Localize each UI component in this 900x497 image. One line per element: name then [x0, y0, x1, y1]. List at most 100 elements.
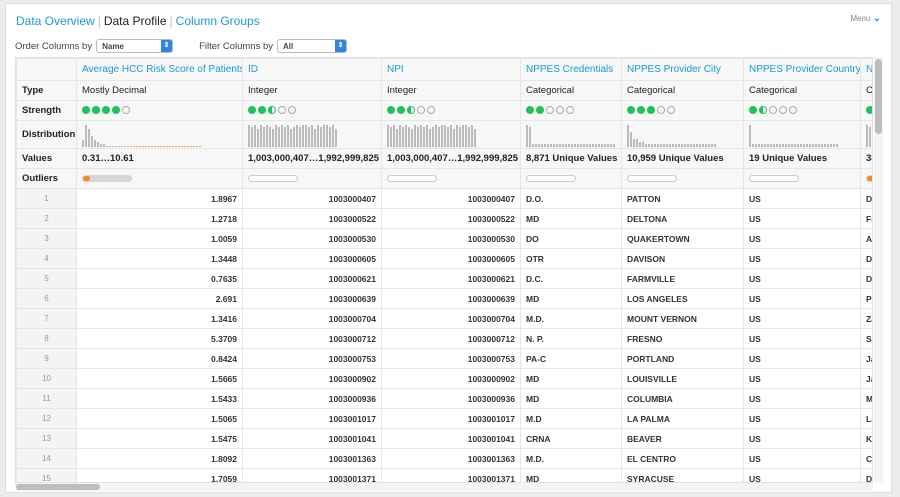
horizontal-scroll-thumb[interactable]: [16, 484, 100, 490]
table-cell: Pey: [860, 288, 872, 309]
strength-rating: [381, 100, 521, 121]
column-type: Mostly Decimal: [76, 80, 243, 101]
histogram-bar: [562, 144, 564, 147]
table-cell: FRESNO: [621, 328, 744, 349]
histogram-bar: [103, 144, 105, 147]
histogram-bar: [803, 144, 805, 147]
table-row: 11 1.5433 1003000936 1003000936 MD COLUMBIA US…: [16, 388, 872, 409]
outlier-bar: [627, 175, 677, 182]
strength-dot-icon: [387, 106, 395, 115]
histogram-bar: [565, 144, 567, 147]
outlier-indicator: [860, 168, 872, 189]
histogram-bar: [450, 124, 452, 147]
strength-dot-icon: [627, 106, 635, 115]
column-header[interactable]: ID: [242, 58, 382, 81]
column-header[interactable]: NPPES Provider City: [621, 58, 744, 81]
column-header[interactable]: NPPES Provider Country: [743, 58, 861, 81]
strength-dot-icon: [407, 106, 415, 115]
strength-dot-icon: [759, 106, 767, 115]
histogram-bar: [462, 124, 464, 147]
column-header[interactable]: NPPES Credentials: [520, 58, 622, 81]
histogram-bar: [257, 129, 259, 147]
histogram-outlier-bar: [136, 145, 138, 147]
distribution-histogram: [743, 120, 861, 149]
histogram-bar: [651, 144, 653, 147]
histogram-bar: [269, 126, 271, 147]
filter-columns-select[interactable]: All ⇕: [277, 39, 348, 53]
vertical-scroll-thumb[interactable]: [875, 59, 882, 134]
histogram-bar: [293, 126, 295, 147]
row-number: 9: [16, 348, 77, 369]
histogram-bar: [782, 144, 784, 147]
histogram-bar: [447, 126, 449, 147]
histogram-bar: [574, 144, 576, 147]
histogram-outlier-bar: [130, 145, 132, 147]
table-cell: 1003000621: [381, 268, 521, 289]
nav-data-profile[interactable]: Data Profile: [104, 14, 167, 28]
table-row: 4 1.3448 1003000605 1003000605 OTR DAVISON US D…: [16, 248, 872, 269]
histogram: [82, 123, 237, 147]
histogram-bar: [800, 144, 802, 147]
histogram-bar: [699, 144, 701, 147]
value-summary: 38,: [860, 148, 872, 169]
table-cell: EL CENTRO: [621, 448, 744, 469]
histogram-bar: [414, 124, 416, 147]
histogram-outlier-bar: [157, 145, 159, 147]
column-header[interactable]: NF: [860, 58, 872, 81]
histogram-bar: [711, 144, 713, 147]
table-cell: 1003000753: [381, 348, 521, 369]
order-columns-select[interactable]: Name ⇕: [96, 39, 174, 53]
histogram-bar: [752, 144, 754, 147]
histogram-outlier-bar: [184, 145, 186, 147]
value-summary: 1,003,000,407…1,992,999,825: [381, 148, 521, 169]
histogram-bar: [266, 124, 268, 147]
histogram-bar: [115, 145, 117, 147]
outlier-indicator: [381, 168, 521, 189]
distribution-histogram: [860, 120, 872, 149]
vertical-scrollbar[interactable]: [874, 57, 883, 483]
table-cell: Law: [860, 408, 872, 429]
histogram-outlier-bar: [181, 145, 183, 147]
select-arrows-icon: ⇕: [335, 40, 347, 52]
histogram-bar: [678, 144, 680, 147]
nav-data-overview[interactable]: Data Overview: [16, 14, 95, 28]
strength-dot-icon: [82, 106, 90, 115]
histogram-bar: [85, 124, 87, 147]
histogram-bar: [100, 144, 102, 147]
table-cell: US: [743, 348, 861, 369]
table-cell: Jai: [860, 368, 872, 389]
histogram: [387, 123, 515, 147]
table-cell: US: [743, 368, 861, 389]
histogram-bar: [408, 126, 410, 147]
menu-button[interactable]: Menu ⌄: [850, 13, 881, 24]
table-cell: 1003001363: [242, 448, 382, 469]
table-cell: 1003000522: [381, 208, 521, 229]
histogram-bar: [705, 144, 707, 147]
histogram-bar: [453, 129, 455, 147]
histogram-bar: [758, 144, 760, 147]
row-number: 6: [16, 288, 77, 309]
strength-rating: [520, 100, 622, 121]
histogram-bar: [553, 144, 555, 147]
outlier-fill: [83, 176, 91, 181]
corner-cell: [16, 58, 77, 81]
histogram-bar: [441, 124, 443, 147]
strength-dot-icon: [789, 106, 797, 115]
horizontal-scrollbar[interactable]: [15, 483, 873, 491]
histogram-bar: [329, 126, 331, 147]
table-row: 7 1.3416 1003000704 1003000704 M.D. MOUNT VER…: [16, 308, 872, 329]
histogram-bar: [648, 144, 650, 147]
column-header[interactable]: NPI: [381, 58, 521, 81]
histogram-bar: [755, 144, 757, 147]
nav-column-groups[interactable]: Column Groups: [176, 14, 260, 28]
histogram: [627, 123, 738, 147]
histogram-bar: [97, 142, 99, 147]
row-number: 13: [16, 428, 77, 449]
histogram-bar: [550, 144, 552, 147]
column-header[interactable]: Average HCC Risk Score of Patients: [76, 58, 243, 81]
table-cell: Dia: [860, 248, 872, 269]
filter-columns-label: Filter Columns by: [199, 40, 274, 52]
histogram-bar: [601, 144, 603, 147]
table-cell: DELTONA: [621, 208, 744, 229]
strength-dot-icon: [657, 106, 665, 115]
